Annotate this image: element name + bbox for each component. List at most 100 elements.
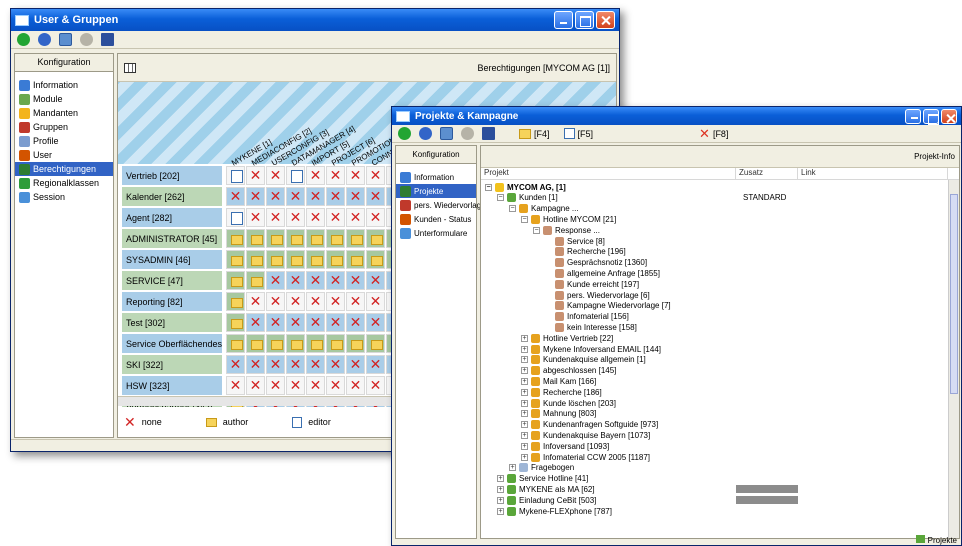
permission-none-icon[interactable]: ✕ bbox=[306, 208, 325, 227]
permission-author-icon[interactable] bbox=[246, 229, 265, 248]
tree-node[interactable]: − Response ... bbox=[533, 225, 600, 235]
column-link[interactable]: Link bbox=[798, 168, 948, 179]
permission-none-icon[interactable]: ✕ bbox=[266, 271, 285, 290]
permission-none-icon[interactable]: ✕ bbox=[346, 313, 365, 332]
permission-none-icon[interactable]: ✕ bbox=[306, 166, 325, 185]
permission-editor-icon[interactable] bbox=[286, 166, 305, 185]
permission-author-icon[interactable] bbox=[306, 250, 325, 269]
nav-item-information[interactable]: Information bbox=[15, 78, 113, 92]
tree-node[interactable]: + Infoversand [1093] bbox=[521, 441, 609, 451]
tree-node[interactable]: Recherche [196] bbox=[545, 247, 626, 257]
permission-author-icon[interactable] bbox=[326, 250, 345, 269]
tree-node[interactable]: − MYCOM AG, [1] bbox=[485, 182, 566, 192]
permission-author-icon[interactable] bbox=[246, 250, 265, 269]
expand-toggle-icon[interactable]: + bbox=[521, 453, 528, 461]
permission-none-icon[interactable]: ✕ bbox=[326, 166, 345, 185]
tree-node[interactable]: + Kunde löschen [203] bbox=[521, 398, 616, 408]
permission-author-icon[interactable] bbox=[346, 229, 365, 248]
tree-node[interactable]: + Hotline Vertrieb [22] bbox=[521, 333, 613, 343]
expand-toggle-icon[interactable]: + bbox=[521, 421, 528, 429]
vertical-scrollbar[interactable] bbox=[948, 180, 959, 538]
nav-item-unterformulare[interactable]: Unterformulare bbox=[396, 226, 476, 240]
f4-button[interactable]: [F4] bbox=[519, 128, 550, 139]
permission-none-icon[interactable]: ✕ bbox=[346, 292, 365, 311]
permission-none-icon[interactable]: ✕ bbox=[266, 166, 285, 185]
collapse-toggle-icon[interactable]: − bbox=[485, 183, 492, 191]
permission-author-icon[interactable] bbox=[226, 229, 245, 248]
permission-none-icon[interactable]: ✕ bbox=[266, 187, 285, 206]
permission-editor-icon[interactable] bbox=[226, 166, 245, 185]
permission-none-icon[interactable]: ✕ bbox=[246, 355, 265, 374]
tree-node[interactable]: Service [8] bbox=[545, 236, 605, 246]
title-bar[interactable]: User & Gruppen bbox=[11, 9, 619, 31]
permission-none-icon[interactable]: ✕ bbox=[306, 376, 325, 395]
permission-author-icon[interactable] bbox=[226, 250, 245, 269]
permission-none-icon[interactable]: ✕ bbox=[266, 355, 285, 374]
nav-item-projekte[interactable]: Projekte bbox=[396, 184, 476, 198]
tree-node[interactable]: + MYKENE als MA [62] bbox=[497, 484, 595, 494]
permission-author-icon[interactable] bbox=[266, 334, 285, 353]
expand-toggle-icon[interactable]: + bbox=[497, 485, 504, 493]
title-bar[interactable]: Projekte & Kampagne bbox=[392, 107, 961, 125]
collapse-toggle-icon[interactable]: − bbox=[509, 205, 516, 213]
grid-icon[interactable] bbox=[124, 62, 136, 73]
permission-author-icon[interactable] bbox=[306, 229, 325, 248]
permission-none-icon[interactable]: ✕ bbox=[346, 187, 365, 206]
permission-none-icon[interactable]: ✕ bbox=[366, 292, 385, 311]
scroll-thumb[interactable] bbox=[950, 194, 958, 394]
expand-toggle-icon[interactable]: + bbox=[521, 399, 528, 407]
nav-item-regionalklassen[interactable]: Regionalklassen bbox=[15, 176, 113, 190]
close-button[interactable] bbox=[941, 108, 957, 124]
nav-item-module[interactable]: Module bbox=[15, 92, 113, 106]
permission-none-icon[interactable]: ✕ bbox=[246, 208, 265, 227]
permission-none-icon[interactable]: ✕ bbox=[326, 313, 345, 332]
expand-toggle-icon[interactable]: + bbox=[521, 356, 528, 364]
tree-node[interactable]: kein Interesse [158] bbox=[545, 322, 637, 332]
nav-item-profile[interactable]: Profile bbox=[15, 134, 113, 148]
expand-toggle-icon[interactable]: + bbox=[521, 367, 528, 375]
permission-none-icon[interactable]: ✕ bbox=[266, 292, 285, 311]
tree-node[interactable]: + Mail Kam [166] bbox=[521, 376, 596, 386]
permission-none-icon[interactable]: ✕ bbox=[326, 187, 345, 206]
permission-author-icon[interactable] bbox=[246, 271, 265, 290]
permission-author-icon[interactable] bbox=[246, 334, 265, 353]
permission-none-icon[interactable]: ✕ bbox=[346, 166, 365, 185]
permission-none-icon[interactable]: ✕ bbox=[286, 187, 305, 206]
maximize-button[interactable] bbox=[923, 108, 939, 125]
go-icon[interactable] bbox=[398, 127, 411, 140]
nav-item-information[interactable]: Information bbox=[396, 170, 476, 184]
tree-node[interactable]: + abgeschlossen [145] bbox=[521, 366, 616, 376]
expand-toggle-icon[interactable]: + bbox=[497, 496, 504, 504]
tree-node[interactable]: + Infomaterial CCW 2005 [1187] bbox=[521, 452, 650, 462]
collapse-toggle-icon[interactable]: − bbox=[497, 194, 504, 202]
permission-none-icon[interactable]: ✕ bbox=[366, 376, 385, 395]
permission-author-icon[interactable] bbox=[226, 313, 245, 332]
permission-author-icon[interactable] bbox=[226, 334, 245, 353]
expand-toggle-icon[interactable]: + bbox=[521, 410, 528, 418]
nav-item-user[interactable]: User bbox=[15, 148, 113, 162]
permission-author-icon[interactable] bbox=[366, 250, 385, 269]
permission-none-icon[interactable]: ✕ bbox=[326, 208, 345, 227]
permission-none-icon[interactable]: ✕ bbox=[266, 208, 285, 227]
refresh-icon[interactable] bbox=[59, 33, 72, 46]
expand-toggle-icon[interactable]: + bbox=[497, 475, 504, 483]
column-zusatz[interactable]: Zusatz bbox=[736, 168, 798, 179]
permission-author-icon[interactable] bbox=[266, 250, 285, 269]
permission-author-icon[interactable] bbox=[346, 250, 365, 269]
nav-item-berechtigungen[interactable]: Berechtigungen bbox=[15, 162, 113, 176]
expand-toggle-icon[interactable]: + bbox=[509, 464, 516, 472]
collapse-toggle-icon[interactable]: − bbox=[533, 226, 540, 234]
expand-toggle-icon[interactable]: + bbox=[521, 377, 528, 385]
column-projekt[interactable]: Projekt bbox=[481, 168, 736, 179]
permission-none-icon[interactable]: ✕ bbox=[266, 376, 285, 395]
permission-author-icon[interactable] bbox=[226, 271, 245, 290]
permission-none-icon[interactable]: ✕ bbox=[366, 313, 385, 332]
minimize-button[interactable] bbox=[905, 108, 921, 124]
permission-none-icon[interactable]: ✕ bbox=[306, 355, 325, 374]
tree-node[interactable]: + Recherche [186] bbox=[521, 387, 602, 397]
tree-node[interactable]: Infomaterial [156] bbox=[545, 312, 629, 322]
tree-node[interactable]: − Hotline MYCOM [21] bbox=[521, 214, 616, 224]
permission-none-icon[interactable]: ✕ bbox=[226, 376, 245, 395]
permission-none-icon[interactable]: ✕ bbox=[286, 313, 305, 332]
permission-none-icon[interactable]: ✕ bbox=[286, 292, 305, 311]
